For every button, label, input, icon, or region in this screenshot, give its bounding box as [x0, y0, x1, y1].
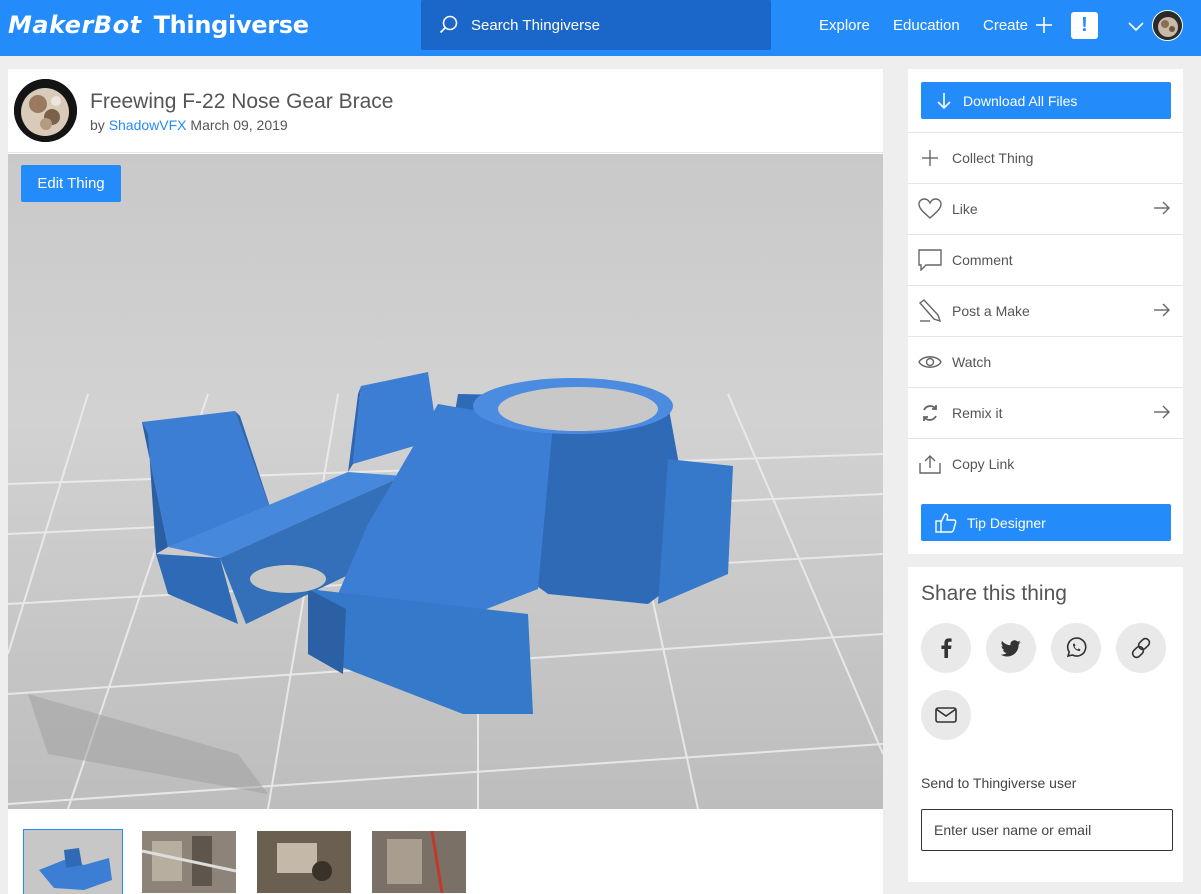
copy-link-share-button[interactable]	[1116, 623, 1166, 673]
thing-header: Freewing F-22 Nose Gear Brace by ShadowV…	[8, 69, 883, 153]
facebook-icon	[941, 638, 952, 658]
publish-date: March 09, 2019	[190, 117, 288, 133]
nav-explore[interactable]: Explore	[819, 17, 870, 34]
search-bar[interactable]: Search Thingiverse	[421, 0, 771, 50]
whatsapp-icon	[1066, 637, 1087, 658]
logo-thingiverse: Thingiverse	[153, 11, 310, 39]
thumbnail-4[interactable]	[372, 831, 466, 893]
tip-designer-button[interactable]: Tip Designer	[921, 504, 1171, 541]
eye-icon	[917, 349, 943, 375]
model-render	[8, 154, 883, 809]
remix-action[interactable]: Remix it	[908, 387, 1183, 438]
action-label: Copy Link	[952, 456, 1015, 472]
arrow-right-icon	[1154, 303, 1170, 317]
author-avatar[interactable]	[14, 79, 77, 142]
thing-main-card: Freewing F-22 Nose Gear Brace by ShadowV…	[8, 69, 883, 894]
email-share-button[interactable]	[921, 690, 971, 740]
makerbot-thingiverse-logo[interactable]: MakerBot Thingiverse	[8, 10, 309, 40]
plus-icon	[917, 145, 943, 171]
user-avatar[interactable]	[1152, 10, 1183, 41]
edit-thing-button[interactable]: Edit Thing	[21, 165, 121, 202]
download-label: Download All Files	[963, 92, 1078, 109]
alert-icon[interactable]: !	[1071, 12, 1098, 39]
thumbnail-1[interactable]	[23, 829, 123, 894]
action-label: Like	[952, 201, 978, 217]
share-icon	[917, 451, 943, 477]
watch-action[interactable]: Watch	[908, 336, 1183, 387]
twitter-icon	[1001, 639, 1021, 656]
twitter-share-button[interactable]	[986, 623, 1036, 673]
email-icon	[935, 707, 957, 723]
share-panel: Share this thing Send to Thingiverse use…	[908, 567, 1183, 882]
share-title: Share this thing	[921, 582, 1067, 605]
facebook-share-button[interactable]	[921, 623, 971, 673]
comment-icon	[917, 247, 943, 273]
whatsapp-share-button[interactable]	[1051, 623, 1101, 673]
copy-link-action[interactable]: Copy Link	[908, 438, 1183, 489]
thing-byline: by ShadowVFX March 09, 2019	[90, 117, 288, 133]
action-label: Collect Thing	[952, 150, 1034, 166]
remix-icon	[917, 400, 943, 426]
comment-action[interactable]: Comment	[908, 234, 1183, 285]
like-action[interactable]: Like	[908, 183, 1183, 234]
thing-title: Freewing F-22 Nose Gear Brace	[90, 90, 394, 113]
heart-icon	[917, 196, 943, 222]
thumbs-up-icon	[935, 512, 957, 533]
pencil-icon	[917, 298, 943, 324]
collect-thing-action[interactable]: Collect Thing	[908, 132, 1183, 183]
thing-actions-panel: Download All Files Collect Thing Like Co…	[908, 69, 1183, 554]
action-label: Remix it	[952, 405, 1003, 421]
chevron-down-icon[interactable]	[1127, 17, 1145, 35]
search-placeholder: Search Thingiverse	[471, 16, 600, 34]
nav-education[interactable]: Education	[893, 17, 960, 34]
author-link[interactable]: ShadowVFX	[109, 117, 187, 133]
link-icon	[1131, 637, 1151, 659]
thumbnail-strip	[8, 829, 883, 894]
top-nav-bar: MakerBot Thingiverse Search Thingiverse …	[0, 0, 1201, 56]
action-label: Watch	[952, 354, 992, 370]
model-preview-image[interactable]: Edit Thing	[8, 154, 883, 809]
arrow-right-icon	[1154, 405, 1170, 419]
arrow-right-icon	[1154, 201, 1170, 215]
action-label: Comment	[952, 252, 1013, 268]
download-icon	[937, 92, 951, 109]
logo-makerbot: MakerBot	[8, 11, 142, 39]
create-plus-icon[interactable]	[1034, 15, 1054, 35]
nav-create[interactable]: Create	[983, 17, 1028, 34]
action-label: Post a Make	[952, 303, 1030, 319]
download-all-files-button[interactable]: Download All Files	[921, 82, 1171, 119]
thumbnail-3[interactable]	[257, 831, 351, 893]
send-to-user-input[interactable]	[921, 809, 1173, 851]
search-icon	[439, 15, 458, 34]
post-a-make-action[interactable]: Post a Make	[908, 285, 1183, 336]
send-to-user-label: Send to Thingiverse user	[921, 775, 1077, 791]
thumbnail-2[interactable]	[142, 831, 236, 893]
tip-designer-label: Tip Designer	[967, 514, 1046, 531]
byline-by: by	[90, 117, 105, 133]
